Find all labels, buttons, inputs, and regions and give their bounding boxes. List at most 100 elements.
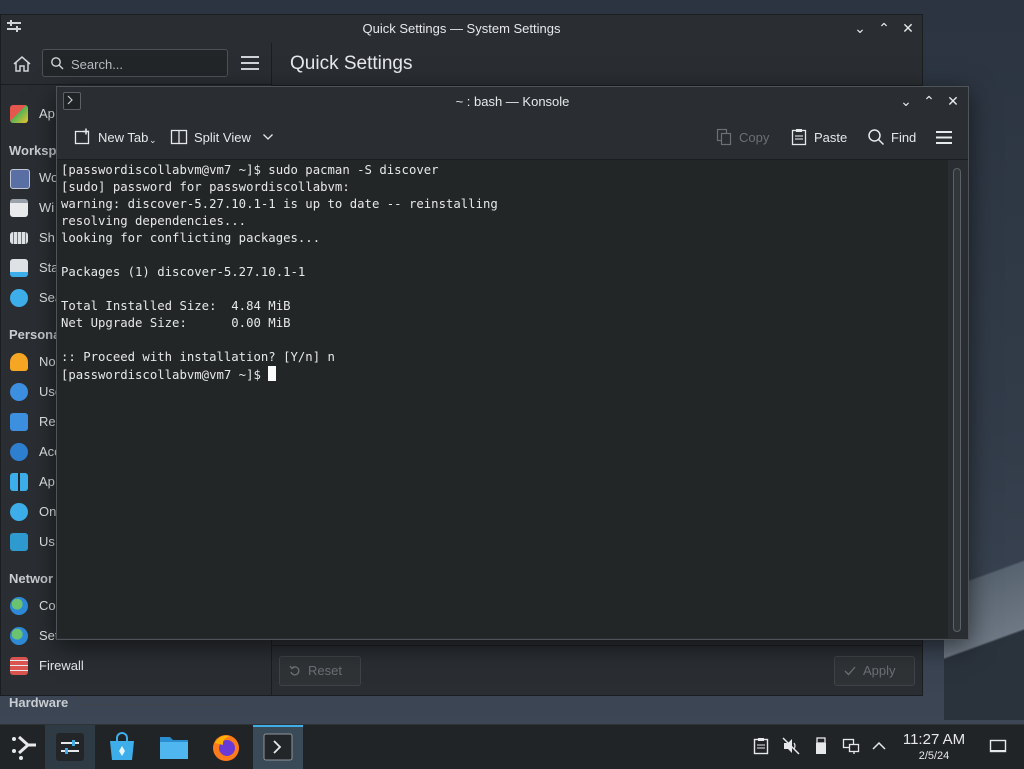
startup-icon (10, 259, 28, 277)
copy-label: Copy (739, 130, 770, 145)
page-title: Quick Settings (290, 53, 413, 74)
sidebar-item-label: Us (39, 534, 55, 549)
accessibility-icon (10, 443, 28, 461)
sidebar-item-label: Re (39, 414, 56, 429)
paste-label: Paste (814, 130, 848, 145)
search-field[interactable] (42, 49, 228, 77)
hamburger-menu-icon[interactable] (936, 131, 952, 144)
apps-colorful-icon (10, 105, 28, 123)
taskbar-file-manager[interactable] (149, 725, 199, 769)
taskbar: 11:27 AM 2/5/24 (0, 724, 1024, 769)
reset-button[interactable]: Reset (279, 656, 361, 686)
close-button[interactable]: ✕ (900, 20, 916, 36)
new-tab-label: New Tab (98, 130, 149, 145)
workspace-behavior-icon (10, 169, 30, 189)
konsole-toolbar: New Tab ⌄ Split View Copy Paste Find (57, 115, 968, 159)
terminal-cursor (268, 366, 277, 381)
window-management-icon (10, 199, 28, 217)
paste-button[interactable]: Paste (790, 127, 852, 147)
taskbar-discover[interactable] (97, 725, 147, 769)
paste-clipboard-icon (791, 129, 807, 146)
terminal-scrollbar[interactable] (948, 159, 968, 638)
globe-icon (10, 597, 28, 615)
window-title: ~ : bash — Konsole (455, 94, 570, 109)
terminal-line: Net Upgrade Size: 0.00 MiB (61, 316, 291, 330)
split-view-label: Split View (194, 130, 251, 145)
sidebar-item-label: On (39, 504, 57, 519)
terminal-line: warning: discover-5.27.10.1-1 is up to d… (61, 197, 498, 211)
terminal-line: [passwordiscollabvm@vm7 ~]$ sudo pacman … (61, 163, 439, 177)
section-divider (79, 704, 241, 705)
sidebar-item-label: No (39, 354, 56, 369)
sidebar-item-label: Co (39, 598, 56, 613)
sidebar-section-workspace: Worksp (9, 143, 57, 158)
volume-muted-icon[interactable] (782, 737, 800, 755)
clipboard-icon[interactable] (752, 737, 770, 755)
search-input[interactable] (69, 53, 223, 75)
system-settings-titlebar[interactable]: Quick Settings — System Settings ⌄ ⌃ ✕ (1, 15, 922, 43)
terminal-line: Total Installed Size: 4.84 MiB (61, 299, 291, 313)
sidebar-item-label: Ap (39, 106, 55, 121)
sidebar-item-label: Firewall (39, 658, 84, 673)
bell-icon (10, 353, 28, 371)
close-button[interactable]: ✕ (945, 93, 961, 109)
firefox-icon (213, 735, 239, 761)
network-wired-icon[interactable] (842, 737, 860, 755)
terminal-line: :: Proceed with installation? [Y/n] n (61, 350, 335, 364)
reset-label: Reset (308, 663, 342, 678)
copy-button[interactable]: Copy (715, 127, 775, 147)
terminal-line: looking for conflicting packages... (61, 231, 321, 245)
chat-bubble-icon (10, 533, 28, 551)
search-magnifier-icon (10, 289, 28, 307)
clock-date: 2/5/24 (918, 750, 950, 762)
removable-device-icon[interactable] (812, 737, 830, 755)
online-accounts-icon (10, 503, 28, 521)
sidebar-item-label: Wi (39, 200, 55, 215)
users-icon (10, 383, 28, 401)
new-tab-icon (74, 128, 90, 145)
show-desktop-icon[interactable] (989, 737, 1007, 755)
taskbar-system-settings[interactable] (45, 725, 95, 769)
search-icon (868, 129, 885, 146)
find-button[interactable]: Find (867, 127, 921, 147)
settings-footer (272, 645, 922, 696)
konsole-window: ~ : bash — Konsole ⌄ ⌃ ✕ New Tab ⌄ Split… (56, 86, 969, 640)
taskbar-firefox[interactable] (201, 725, 251, 769)
settings-sliders-icon (56, 733, 84, 761)
minimize-button[interactable]: ⌄ (898, 93, 914, 109)
maximize-button[interactable]: ⌃ (876, 20, 892, 36)
terminal-output[interactable]: [passwordiscollabvm@vm7 ~]$ sudo pacman … (57, 159, 948, 638)
sidebar-section-personalization: Persona (9, 327, 61, 342)
checkmark-icon (844, 666, 856, 676)
kde-launcher-icon (12, 735, 36, 760)
konsole-titlebar[interactable]: ~ : bash — Konsole ⌄ ⌃ ✕ (57, 87, 968, 115)
sidebar-section-network: Networ (9, 571, 54, 586)
sidebar-item-label: Ap (39, 474, 55, 489)
terminal-line: resolving dependencies... (61, 214, 247, 228)
split-view-button[interactable]: Split View (170, 127, 280, 147)
minimize-button[interactable]: ⌄ (852, 20, 868, 36)
new-tab-button[interactable]: New Tab ⌄ (74, 127, 157, 147)
hamburger-menu-icon[interactable] (241, 56, 259, 70)
search-icon (51, 57, 64, 70)
terminal-line: Packages (1) discover-5.27.10.1-1 (61, 265, 306, 279)
application-launcher-button[interactable] (0, 725, 50, 769)
home-icon[interactable] (11, 53, 33, 75)
digital-clock[interactable]: 11:27 AM 2/5/24 (895, 731, 973, 763)
find-label: Find (891, 130, 917, 145)
application-grid-icon (10, 473, 28, 491)
taskbar-konsole[interactable] (253, 725, 303, 769)
clock-time: 11:27 AM (902, 731, 966, 748)
scrollbar-thumb[interactable] (953, 168, 961, 632)
chevron-down-icon (263, 134, 273, 140)
chevron-up-icon[interactable] (870, 737, 888, 755)
sidebar-item-firewall[interactable]: Firewall (1, 652, 271, 680)
discover-store-icon (110, 732, 134, 760)
terminal-line: [sudo] password for passwordiscollabvm: (61, 180, 350, 194)
dropdown-indicator-icon: ⌄ (149, 135, 157, 145)
firewall-icon (10, 657, 28, 675)
terminal-prompt: [passwordiscollabvm@vm7 ~]$ (61, 368, 269, 382)
maximize-button[interactable]: ⌃ (921, 93, 937, 109)
sidebar-item-label: Sh (39, 230, 55, 245)
apply-button[interactable]: Apply (834, 656, 915, 686)
